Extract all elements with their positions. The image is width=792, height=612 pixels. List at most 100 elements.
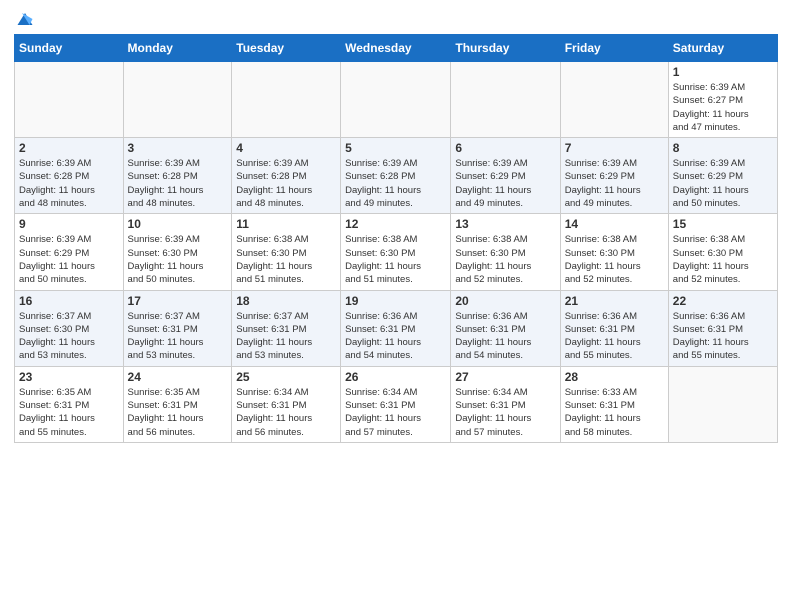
weekday-saturday: Saturday xyxy=(668,35,777,62)
calendar-cell: 16 Sunrise: 6:37 AM Sunset: 6:30 PM Dayli… xyxy=(15,290,124,366)
weekday-wednesday: Wednesday xyxy=(341,35,451,62)
day-number: 14 xyxy=(565,217,664,231)
calendar-cell xyxy=(15,62,124,138)
day-info: Sunrise: 6:36 AM Sunset: 6:31 PM Dayligh… xyxy=(565,310,664,363)
day-info: Sunrise: 6:36 AM Sunset: 6:31 PM Dayligh… xyxy=(673,310,773,363)
calendar-cell xyxy=(341,62,451,138)
day-number: 21 xyxy=(565,294,664,308)
calendar-cell: 20 Sunrise: 6:36 AM Sunset: 6:31 PM Dayli… xyxy=(451,290,560,366)
day-info: Sunrise: 6:35 AM Sunset: 6:31 PM Dayligh… xyxy=(19,386,119,439)
day-info: Sunrise: 6:38 AM Sunset: 6:30 PM Dayligh… xyxy=(565,233,664,286)
day-info: Sunrise: 6:39 AM Sunset: 6:28 PM Dayligh… xyxy=(19,157,119,210)
day-number: 15 xyxy=(673,217,773,231)
week-row-1: 1 Sunrise: 6:39 AM Sunset: 6:27 PM Daylig… xyxy=(15,62,778,138)
day-number: 25 xyxy=(236,370,336,384)
week-row-3: 9Sunrise: 6:39 AM Sunset: 6:29 PM Daylig… xyxy=(15,214,778,290)
day-number: 11 xyxy=(236,217,336,231)
day-info: Sunrise: 6:38 AM Sunset: 6:30 PM Dayligh… xyxy=(236,233,336,286)
day-number: 19 xyxy=(345,294,446,308)
calendar-cell: 14 Sunrise: 6:38 AM Sunset: 6:30 PM Dayli… xyxy=(560,214,668,290)
week-row-4: 16 Sunrise: 6:37 AM Sunset: 6:30 PM Dayli… xyxy=(15,290,778,366)
day-info: Sunrise: 6:39 AM Sunset: 6:29 PM Dayligh… xyxy=(673,157,773,210)
day-number: 7 xyxy=(565,141,664,155)
weekday-sunday: Sunday xyxy=(15,35,124,62)
day-info: Sunrise: 6:34 AM Sunset: 6:31 PM Dayligh… xyxy=(345,386,446,439)
day-number: 20 xyxy=(455,294,555,308)
day-number: 22 xyxy=(673,294,773,308)
day-number: 26 xyxy=(345,370,446,384)
weekday-monday: Monday xyxy=(123,35,232,62)
day-info: Sunrise: 6:34 AM Sunset: 6:31 PM Dayligh… xyxy=(455,386,555,439)
calendar-cell: 17 Sunrise: 6:37 AM Sunset: 6:31 PM Dayli… xyxy=(123,290,232,366)
calendar-cell: 8 Sunrise: 6:39 AM Sunset: 6:29 PM Daylig… xyxy=(668,138,777,214)
day-number: 18 xyxy=(236,294,336,308)
day-number: 5 xyxy=(345,141,446,155)
day-info: Sunrise: 6:38 AM Sunset: 6:30 PM Dayligh… xyxy=(673,233,773,286)
calendar-cell: 18 Sunrise: 6:37 AM Sunset: 6:31 PM Dayli… xyxy=(232,290,341,366)
calendar-cell: 26 Sunrise: 6:34 AM Sunset: 6:31 PM Dayli… xyxy=(341,366,451,442)
calendar-cell: 19 Sunrise: 6:36 AM Sunset: 6:31 PM Dayli… xyxy=(341,290,451,366)
day-info: Sunrise: 6:36 AM Sunset: 6:31 PM Dayligh… xyxy=(455,310,555,363)
calendar-cell xyxy=(232,62,341,138)
day-number: 4 xyxy=(236,141,336,155)
day-info: Sunrise: 6:37 AM Sunset: 6:30 PM Dayligh… xyxy=(19,310,119,363)
day-info: Sunrise: 6:34 AM Sunset: 6:31 PM Dayligh… xyxy=(236,386,336,439)
calendar-cell: 4 Sunrise: 6:39 AM Sunset: 6:28 PM Daylig… xyxy=(232,138,341,214)
calendar-cell: 15 Sunrise: 6:38 AM Sunset: 6:30 PM Dayli… xyxy=(668,214,777,290)
calendar-cell: 1 Sunrise: 6:39 AM Sunset: 6:27 PM Daylig… xyxy=(668,62,777,138)
calendar-cell: 3 Sunrise: 6:39 AM Sunset: 6:28 PM Daylig… xyxy=(123,138,232,214)
calendar: SundayMondayTuesdayWednesdayThursdayFrid… xyxy=(14,34,778,443)
day-info: Sunrise: 6:37 AM Sunset: 6:31 PM Dayligh… xyxy=(236,310,336,363)
calendar-cell xyxy=(668,366,777,442)
calendar-cell: 28 Sunrise: 6:33 AM Sunset: 6:31 PM Dayli… xyxy=(560,366,668,442)
week-row-5: 23Sunrise: 6:35 AM Sunset: 6:31 PM Dayli… xyxy=(15,366,778,442)
calendar-cell: 2 Sunrise: 6:39 AM Sunset: 6:28 PM Daylig… xyxy=(15,138,124,214)
weekday-header-row: SundayMondayTuesdayWednesdayThursdayFrid… xyxy=(15,35,778,62)
calendar-cell xyxy=(451,62,560,138)
calendar-cell: 24 Sunrise: 6:35 AM Sunset: 6:31 PM Dayli… xyxy=(123,366,232,442)
weekday-friday: Friday xyxy=(560,35,668,62)
day-number: 28 xyxy=(565,370,664,384)
day-number: 2 xyxy=(19,141,119,155)
calendar-cell: 6 Sunrise: 6:39 AM Sunset: 6:29 PM Daylig… xyxy=(451,138,560,214)
day-info: Sunrise: 6:36 AM Sunset: 6:31 PM Dayligh… xyxy=(345,310,446,363)
day-info: Sunrise: 6:39 AM Sunset: 6:30 PM Dayligh… xyxy=(128,233,228,286)
day-number: 16 xyxy=(19,294,119,308)
day-number: 17 xyxy=(128,294,228,308)
day-info: Sunrise: 6:39 AM Sunset: 6:28 PM Dayligh… xyxy=(236,157,336,210)
day-number: 27 xyxy=(455,370,555,384)
week-row-2: 2 Sunrise: 6:39 AM Sunset: 6:28 PM Daylig… xyxy=(15,138,778,214)
day-number: 12 xyxy=(345,217,446,231)
day-number: 1 xyxy=(673,65,773,79)
logo xyxy=(14,10,34,28)
day-number: 24 xyxy=(128,370,228,384)
day-info: Sunrise: 6:39 AM Sunset: 6:29 PM Dayligh… xyxy=(455,157,555,210)
day-info: Sunrise: 6:35 AM Sunset: 6:31 PM Dayligh… xyxy=(128,386,228,439)
day-info: Sunrise: 6:39 AM Sunset: 6:29 PM Dayligh… xyxy=(19,233,119,286)
day-number: 13 xyxy=(455,217,555,231)
day-info: Sunrise: 6:39 AM Sunset: 6:28 PM Dayligh… xyxy=(128,157,228,210)
day-number: 3 xyxy=(128,141,228,155)
calendar-cell: 25 Sunrise: 6:34 AM Sunset: 6:31 PM Dayli… xyxy=(232,366,341,442)
page: SundayMondayTuesdayWednesdayThursdayFrid… xyxy=(0,0,792,612)
day-info: Sunrise: 6:38 AM Sunset: 6:30 PM Dayligh… xyxy=(345,233,446,286)
day-info: Sunrise: 6:39 AM Sunset: 6:27 PM Dayligh… xyxy=(673,81,773,134)
weekday-tuesday: Tuesday xyxy=(232,35,341,62)
day-number: 10 xyxy=(128,217,228,231)
day-info: Sunrise: 6:37 AM Sunset: 6:31 PM Dayligh… xyxy=(128,310,228,363)
calendar-cell: 27 Sunrise: 6:34 AM Sunset: 6:31 PM Dayli… xyxy=(451,366,560,442)
weekday-thursday: Thursday xyxy=(451,35,560,62)
day-number: 8 xyxy=(673,141,773,155)
calendar-cell: 23Sunrise: 6:35 AM Sunset: 6:31 PM Dayli… xyxy=(15,366,124,442)
header xyxy=(14,10,778,28)
day-number: 6 xyxy=(455,141,555,155)
calendar-cell: 10 Sunrise: 6:39 AM Sunset: 6:30 PM Dayli… xyxy=(123,214,232,290)
day-info: Sunrise: 6:33 AM Sunset: 6:31 PM Dayligh… xyxy=(565,386,664,439)
calendar-cell: 12 Sunrise: 6:38 AM Sunset: 6:30 PM Dayli… xyxy=(341,214,451,290)
calendar-cell: 11 Sunrise: 6:38 AM Sunset: 6:30 PM Dayli… xyxy=(232,214,341,290)
calendar-cell xyxy=(123,62,232,138)
logo-icon xyxy=(16,10,34,28)
calendar-cell: 21 Sunrise: 6:36 AM Sunset: 6:31 PM Dayli… xyxy=(560,290,668,366)
calendar-cell: 5Sunrise: 6:39 AM Sunset: 6:28 PM Daylig… xyxy=(341,138,451,214)
day-info: Sunrise: 6:38 AM Sunset: 6:30 PM Dayligh… xyxy=(455,233,555,286)
